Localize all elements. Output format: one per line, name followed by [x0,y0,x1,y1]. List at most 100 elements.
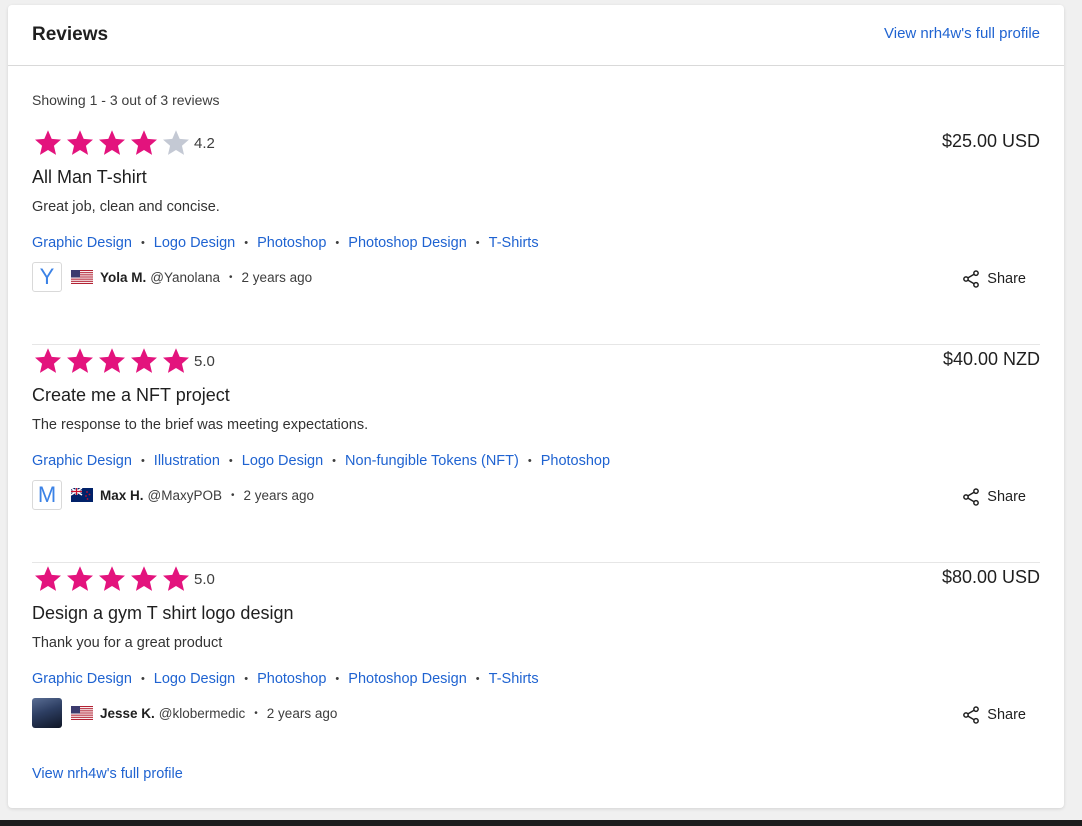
skill-tag-link[interactable]: Photoshop [257,671,326,687]
share-icon [963,270,980,288]
star-icon [96,563,128,595]
star-icon [96,345,128,377]
skill-tag-link[interactable]: Illustration [154,453,220,469]
review-title: Create me a NFT project [32,385,230,405]
star-icon [64,345,96,377]
skill-tag-link[interactable]: Photoshop Design [348,671,467,687]
reviewer-avatar[interactable]: M [32,480,62,510]
us-flag-icon [71,706,93,720]
tag-separator: • [527,455,532,467]
tag-separator: • [244,237,249,249]
tag-separator: • [244,673,249,685]
view-full-profile-link[interactable]: View nrh4w's full profile [884,25,1040,42]
review-text: Great job, clean and concise. [32,199,220,215]
meta-separator: • [229,271,233,283]
us-flag-icon [71,270,93,284]
review-text: The response to the brief was meeting ex… [32,417,369,433]
review-price: $40.00 NZD [942,349,1040,369]
share-icon [963,706,980,724]
share-label: Share [987,707,1026,723]
reviewer-info: Jesse K. @klobermedic • 2 years ago [32,697,337,729]
share-icon [963,488,980,506]
star-rating: 4.2 [32,127,215,159]
reviewer-name[interactable]: Max H. [100,488,144,503]
nz-flag-icon [71,488,93,502]
star-icon [64,127,96,159]
skill-tag-link[interactable]: Graphic Design [32,671,132,687]
reviewer-avatar[interactable] [32,698,62,728]
rating-value: 5.0 [194,570,215,588]
card-header: Reviews View nrh4w's full profile [8,5,1064,66]
rating-value: 5.0 [194,352,215,370]
review-price: $25.00 USD [941,131,1040,151]
reviewer-info: M Max H. @MaxyPOB • 2 years ago [32,479,314,511]
meta-separator: • [254,707,258,719]
tag-separator: • [140,673,145,685]
bottom-bar [0,820,1082,826]
reviewer-handle: @klobermedic [158,705,246,721]
star-icon [64,563,96,595]
skill-tag-link[interactable]: Graphic Design [32,453,132,469]
share-button[interactable]: Share [961,269,1026,289]
reviews-title: Reviews [32,24,109,45]
share-label: Share [987,271,1026,287]
reviewer-handle: @Yanolana [150,269,221,285]
skill-tag-link[interactable]: Logo Design [154,671,235,687]
tag-separator: • [475,237,480,249]
skill-tag-link[interactable]: Logo Design [154,235,235,251]
skill-tag-link[interactable]: T-Shirts [489,235,539,251]
reviews-card: Reviews View nrh4w's full profile Showin… [8,5,1064,808]
tag-separator: • [140,455,145,467]
star-icon [128,127,160,159]
review-item: 5.0 $80.00 USD Design a gym T shirt logo d… [32,563,1040,781]
tag-separator: • [332,455,337,467]
star-rating: 5.0 [32,563,215,595]
review-title: Design a gym T shirt logo design [32,603,294,623]
reviewer-name[interactable]: Jesse K. [100,706,155,721]
share-button[interactable]: Share [961,487,1026,507]
star-icon [32,127,64,159]
showing-count: Showing 1 - 3 out of 3 reviews [32,92,220,108]
tag-separator: • [228,455,233,467]
skill-tags: Graphic Design • Logo Design • Photoshop • Pho… [32,235,539,251]
tag-separator: • [475,673,480,685]
rating-value: 4.2 [194,134,215,152]
skill-tag-link[interactable]: Non-fungible Tokens (NFT) [345,453,519,469]
review-time: 2 years ago [243,487,315,503]
star-icon [32,345,64,377]
star-icon [128,563,160,595]
share-button[interactable]: Share [961,705,1026,725]
review-item: 4.2 $25.00 USD All Man T-shirt Great job, c… [32,127,1040,345]
star-icon [160,127,192,159]
skill-tag-link[interactable]: Photoshop [257,235,326,251]
reviewer-avatar[interactable]: Y [32,262,62,292]
review-title: All Man T-shirt [32,167,147,187]
review-price: $80.00 USD [941,567,1040,587]
reviewer-handle: @MaxyPOB [147,487,222,503]
meta-separator: • [230,489,235,501]
skill-tag-link[interactable]: Logo Design [242,453,323,469]
review-time: 2 years ago [241,269,313,285]
skill-tags: Graphic Design • Logo Design • Photoshop • Pho… [32,671,539,687]
star-icon [160,345,192,377]
share-label: Share [987,489,1026,505]
skill-tag-link[interactable]: Graphic Design [32,235,132,251]
star-rating: 5.0 [32,345,215,377]
skill-tag-link[interactable]: T-Shirts [489,671,539,687]
view-full-profile-link-bottom[interactable]: View nrh4w's full profile [32,766,183,782]
tag-separator: • [335,673,340,685]
skill-tag-link[interactable]: Photoshop Design [348,235,467,251]
skill-tag-link[interactable]: Photoshop [541,453,610,469]
star-icon [96,127,128,159]
review-time: 2 years ago [266,705,338,721]
review-item: 5.0 $40.00 NZD Create me a NFT project The … [32,345,1040,563]
star-icon [160,563,192,595]
star-icon [32,563,64,595]
reviewer-info: Y Yola M. @Yanolana • 2 years ago [32,261,312,293]
review-text: Thank you for a great product [32,635,223,651]
reviewer-name[interactable]: Yola M. [100,270,146,285]
star-icon [128,345,160,377]
tag-separator: • [140,237,145,249]
skill-tags: Graphic Design • Illustration • Logo Design •… [32,453,610,469]
tag-separator: • [335,237,340,249]
